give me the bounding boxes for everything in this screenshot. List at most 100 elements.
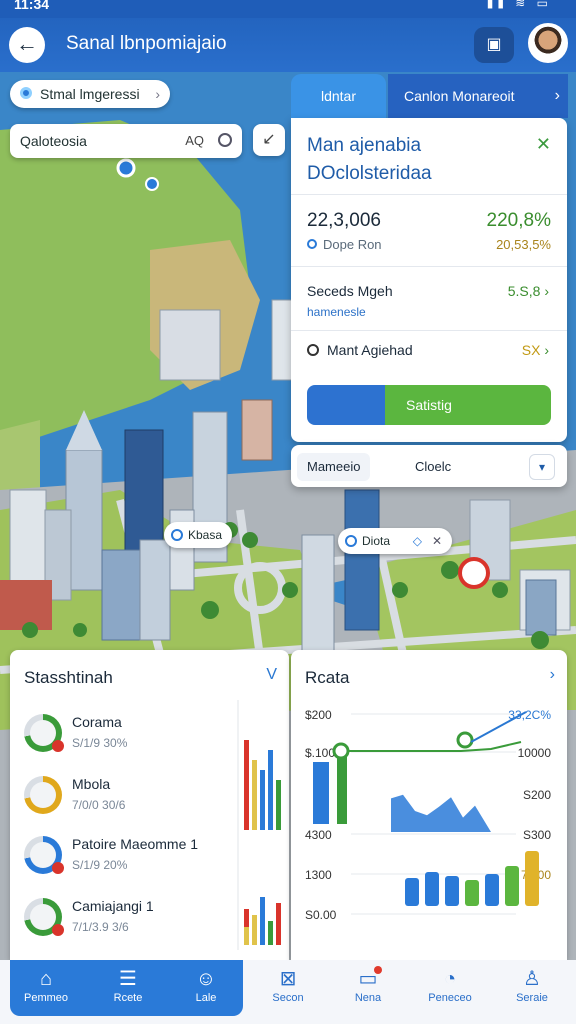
bar-line-chart: $200 $.100 4300 1300 S0.00 33,2C% 10000 S200 S30… bbox=[305, 708, 552, 922]
profile-icon: ♙ bbox=[523, 968, 541, 990]
mini-bar bbox=[260, 897, 265, 945]
stat-value: 7/0/0 30/6 bbox=[72, 798, 126, 812]
footer-option-b[interactable]: Cloelc bbox=[415, 453, 451, 481]
page-title: Sanal lbnpomiajaio bbox=[66, 33, 227, 54]
progress-ring-icon bbox=[24, 776, 62, 814]
list-item[interactable]: Patoire Maeomme 1 S/1/9 20% bbox=[22, 832, 222, 882]
statistics-button[interactable]: Satistig bbox=[307, 385, 551, 425]
nav-label: Lale bbox=[195, 992, 217, 1004]
mini-bar bbox=[268, 921, 273, 945]
close-icon[interactable]: ✕ bbox=[536, 134, 551, 155]
sub-label: Dope Ron bbox=[307, 237, 382, 252]
nav-item-rcete[interactable]: ☰ Rcete bbox=[96, 966, 160, 1004]
search-input[interactable]: Qaloteosia AQ bbox=[10, 124, 242, 158]
stat-name: Corama bbox=[72, 714, 122, 730]
bar bbox=[313, 762, 329, 824]
info-panel: Man ajenabia DOclolsteridaa ✕ 22,3,006 2… bbox=[291, 118, 567, 442]
nav-item-pemmeo[interactable]: ⌂ Pemmeo bbox=[14, 966, 78, 1004]
bottom-nav: ⌂ Pemmeo ☰ Rcete ☺ Lale ⊠ Secon ▭ Nena ◔… bbox=[0, 960, 576, 1024]
list-item[interactable]: Mbola 7/0/0 30/6 bbox=[22, 772, 222, 822]
map-label-diota[interactable]: Diota ◇ ✕ bbox=[338, 528, 453, 554]
row2-value[interactable]: SX › bbox=[522, 342, 549, 358]
dropdown-button[interactable]: ▾ bbox=[529, 454, 555, 480]
bar bbox=[337, 750, 347, 824]
row2-value-text: SX bbox=[521, 342, 541, 358]
search-icon[interactable] bbox=[218, 133, 232, 147]
search-value: Qaloteosia bbox=[20, 133, 87, 149]
mini-bar bbox=[244, 927, 249, 945]
compass-button[interactable]: ↙ bbox=[253, 124, 285, 156]
status-icons: ▮▮ ≋ ▭ bbox=[486, 0, 552, 10]
tab-label: Canlon Monareoit bbox=[404, 88, 515, 104]
chevron-right-icon[interactable]: › bbox=[550, 666, 555, 684]
line-series bbox=[341, 741, 522, 752]
map-label-text: Kbasa bbox=[188, 528, 223, 542]
y-tick-left: $.100 bbox=[305, 746, 335, 760]
nav-label: Nena bbox=[354, 992, 382, 1004]
divider bbox=[291, 330, 567, 331]
y-tick-right: S200 bbox=[523, 788, 551, 802]
nav-item-lale[interactable]: ☺ Lale bbox=[174, 966, 238, 1004]
list-item[interactable]: Corama S/1/9 30% bbox=[22, 710, 222, 760]
avatar[interactable] bbox=[528, 23, 568, 63]
location-chip[interactable]: Stmal lmgeressi › bbox=[10, 80, 170, 108]
y-tick-left: $200 bbox=[305, 708, 332, 722]
pin-icon bbox=[345, 535, 357, 547]
nav-item-secon[interactable]: ⊠ Secon bbox=[256, 966, 320, 1004]
row2-label-text: Mant Agiehad bbox=[327, 342, 413, 358]
nav-label: Pemmeo bbox=[23, 992, 69, 1004]
row1-sub[interactable]: hamenesle bbox=[307, 305, 366, 319]
chart-card-title: Rcata bbox=[305, 668, 350, 687]
chevron-right-icon: › bbox=[554, 87, 560, 104]
panel-title-line1: Man ajenabia bbox=[307, 135, 422, 156]
close-icon[interactable]: ✕ bbox=[432, 528, 442, 554]
row1-value-text: 5.S,8 bbox=[507, 283, 541, 299]
cube-icon: ⊠ bbox=[279, 968, 297, 990]
back-button[interactable]: ← bbox=[9, 27, 45, 63]
sub-value: 20,53,5% bbox=[496, 237, 551, 252]
nav-label: Peneceo bbox=[428, 992, 472, 1004]
chart-card: Rcata › $200 $.100 4300 1300 S0.00 33,2C% 1000… bbox=[291, 650, 567, 960]
row1-label[interactable]: Seceds Mgeh bbox=[307, 283, 393, 299]
map-label-kbasa[interactable]: Kbasa bbox=[164, 522, 233, 548]
chevron-down-icon: ▾ bbox=[538, 460, 546, 474]
bar bbox=[425, 872, 439, 906]
row2-label[interactable]: Mant Agiehad bbox=[307, 342, 413, 358]
footer-option-a[interactable]: Mameeio bbox=[297, 453, 371, 481]
stats-card-link[interactable]: V bbox=[266, 666, 277, 684]
mini-bar bbox=[276, 903, 281, 945]
panel-title-line2: DOclolsteridaa bbox=[307, 163, 432, 184]
screen-button[interactable]: ▣ bbox=[474, 27, 514, 63]
y-tick-left: 1300 bbox=[305, 868, 332, 882]
status-bar: 11:34 ▮▮ ≋ ▭ bbox=[0, 0, 576, 18]
bar bbox=[505, 866, 519, 906]
y-tick-left: 4300 bbox=[305, 828, 332, 842]
nav-item-nena[interactable]: ▭ Nena bbox=[336, 966, 400, 1004]
message-icon: ▭ bbox=[358, 968, 378, 990]
y-tick-right: 10000 bbox=[518, 746, 552, 760]
app-header: ← Sanal lbnpomiajaio ▣ bbox=[0, 18, 576, 72]
stat-name: Mbola bbox=[72, 776, 111, 792]
tab-canlon-monareoit[interactable]: Canlon Monareoit › bbox=[388, 74, 568, 118]
bar bbox=[485, 874, 499, 906]
mini-bar bbox=[268, 750, 273, 830]
list-item[interactable]: Camiajangi 1 7/1/3.9 3/6 bbox=[22, 894, 222, 944]
stats-card-title: Stasshtinah bbox=[24, 668, 113, 687]
user-icon: ☺ bbox=[195, 968, 217, 990]
stat-value: S/1/9 30% bbox=[72, 736, 128, 750]
chevron-right-icon: › bbox=[544, 283, 549, 299]
nav-item-peneceo[interactable]: ◔ Peneceo bbox=[418, 966, 482, 1004]
nav-label: Secon bbox=[272, 992, 304, 1004]
stat-value: 7/1/3.9 3/6 bbox=[72, 920, 129, 934]
sub-label-text: Dope Ron bbox=[323, 237, 382, 252]
pin-icon bbox=[171, 529, 183, 541]
arrow-left-icon: ← bbox=[16, 31, 38, 56]
tab-ldntar[interactable]: ldntar bbox=[291, 74, 386, 118]
mini-bar bbox=[252, 760, 257, 830]
line-point bbox=[332, 742, 350, 760]
nav-label: Seraie bbox=[516, 992, 548, 1004]
primary-change: 220,8% bbox=[486, 210, 551, 231]
row1-value[interactable]: 5.S,8 › bbox=[508, 283, 549, 299]
panel-title: Man ajenabia DOclolsteridaa bbox=[307, 132, 432, 188]
nav-item-seraie[interactable]: ♙ Seraie bbox=[500, 966, 564, 1004]
